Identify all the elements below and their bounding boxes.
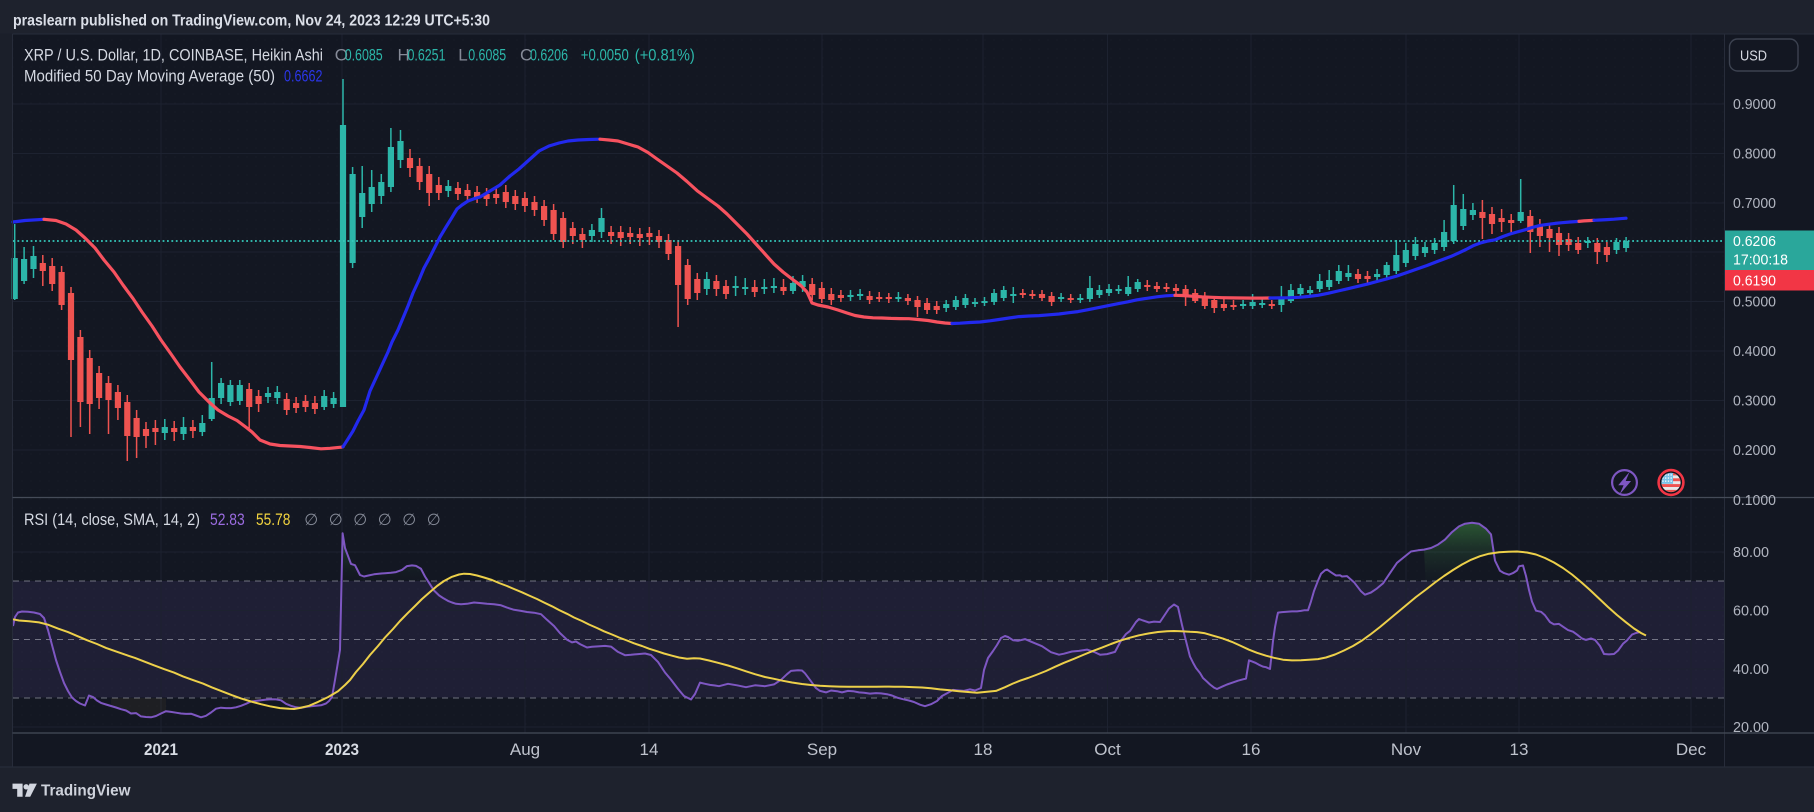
svg-text:0.4000: 0.4000 <box>1733 344 1776 360</box>
svg-text:praslearn published on Trading: praslearn published on TradingView.com, … <box>13 13 490 30</box>
svg-text:(+0.81%): (+0.81%) <box>635 46 695 65</box>
svg-text:17:00:18: 17:00:18 <box>1733 253 1788 269</box>
svg-text:16: 16 <box>1242 740 1261 759</box>
svg-text:∅: ∅ <box>329 512 343 529</box>
svg-text:∅: ∅ <box>427 512 441 529</box>
svg-text:60.00: 60.00 <box>1733 604 1769 620</box>
svg-text:∅: ∅ <box>378 512 392 529</box>
svg-text:∅: ∅ <box>304 512 318 529</box>
svg-text:TradingView: TradingView <box>41 783 131 800</box>
svg-text:2023: 2023 <box>325 740 359 759</box>
svg-text:USD: USD <box>1740 48 1767 65</box>
svg-text:+0.0050: +0.0050 <box>581 46 629 65</box>
svg-text:0.6085: 0.6085 <box>468 46 506 65</box>
svg-text:L: L <box>458 46 467 65</box>
svg-text:0.3000: 0.3000 <box>1733 394 1776 410</box>
svg-text:55.78: 55.78 <box>256 510 290 529</box>
svg-text:XRP / U.S. Dollar, 1D, COINBAS: XRP / U.S. Dollar, 1D, COINBASE, Heikin … <box>24 46 323 65</box>
svg-text:0.8000: 0.8000 <box>1733 147 1776 163</box>
svg-text:RSI (14, close, SMA, 14, 2): RSI (14, close, SMA, 14, 2) <box>24 510 200 529</box>
svg-text:0.6662: 0.6662 <box>284 67 323 86</box>
svg-text:0.1000: 0.1000 <box>1733 493 1776 509</box>
svg-text:0.9000: 0.9000 <box>1733 97 1776 113</box>
svg-text:Aug: Aug <box>510 740 540 759</box>
svg-text:0.6206: 0.6206 <box>1733 234 1776 250</box>
svg-text:80.00: 80.00 <box>1733 545 1769 561</box>
svg-text:0.6206: 0.6206 <box>530 46 568 65</box>
svg-text:14: 14 <box>640 740 659 759</box>
svg-text:0.6085: 0.6085 <box>345 46 383 65</box>
svg-text:Sep: Sep <box>807 740 837 759</box>
svg-text:40.00: 40.00 <box>1733 662 1769 678</box>
svg-text:Dec: Dec <box>1676 740 1707 759</box>
svg-text:52.83: 52.83 <box>210 510 245 529</box>
svg-text:18: 18 <box>974 740 993 759</box>
svg-text:Oct: Oct <box>1094 740 1121 759</box>
svg-text:20.00: 20.00 <box>1733 720 1769 736</box>
svg-text:∅: ∅ <box>353 512 367 529</box>
svg-text:13: 13 <box>1510 740 1529 759</box>
svg-text:Nov: Nov <box>1391 740 1422 759</box>
svg-text:2021: 2021 <box>144 740 178 759</box>
svg-text:Modified 50 Day Moving Average: Modified 50 Day Moving Average (50) <box>24 67 275 86</box>
svg-text:0.6251: 0.6251 <box>408 46 446 65</box>
svg-text:0.5000: 0.5000 <box>1733 295 1776 311</box>
svg-text:0.7000: 0.7000 <box>1733 196 1776 212</box>
svg-text:∅: ∅ <box>402 512 416 529</box>
svg-text:0.2000: 0.2000 <box>1733 443 1776 459</box>
svg-text:0.6190: 0.6190 <box>1733 273 1776 289</box>
